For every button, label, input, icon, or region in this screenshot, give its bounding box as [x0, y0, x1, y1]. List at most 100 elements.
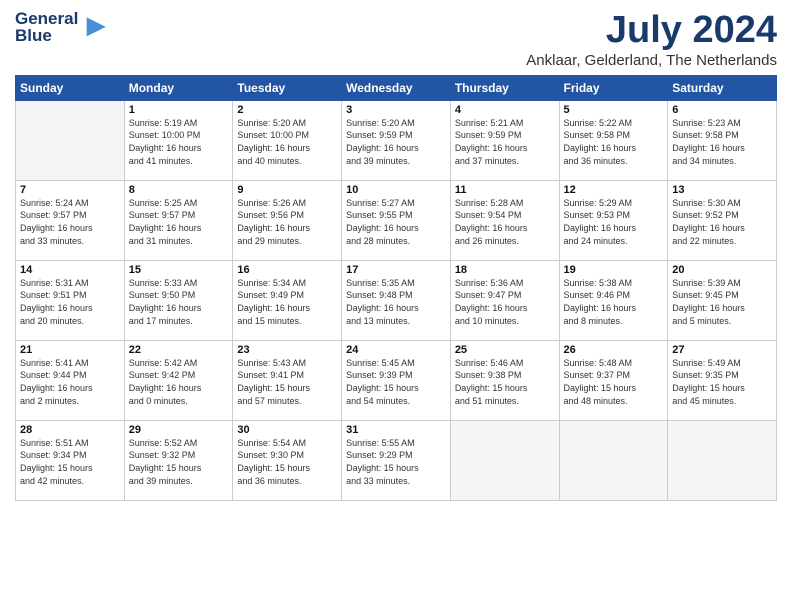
calendar-cell: 14Sunrise: 5:31 AM Sunset: 9:51 PM Dayli… — [16, 260, 125, 340]
calendar-cell — [559, 420, 668, 500]
cell-content: Sunrise: 5:27 AM Sunset: 9:55 PM Dayligh… — [346, 197, 446, 247]
day-number: 24 — [346, 344, 446, 356]
day-number: 27 — [672, 344, 772, 356]
calendar-cell: 17Sunrise: 5:35 AM Sunset: 9:48 PM Dayli… — [342, 260, 451, 340]
cell-content: Sunrise: 5:25 AM Sunset: 9:57 PM Dayligh… — [129, 197, 229, 247]
day-number: 28 — [20, 424, 120, 436]
header-cell-wednesday: Wednesday — [342, 75, 451, 100]
title-area: July 2024 Anklaar, Gelderland, The Nethe… — [526, 10, 777, 69]
logo: General Blue ► — [15, 10, 112, 44]
header-cell-thursday: Thursday — [450, 75, 559, 100]
calendar-cell: 25Sunrise: 5:46 AM Sunset: 9:38 PM Dayli… — [450, 340, 559, 420]
calendar-cell: 7Sunrise: 5:24 AM Sunset: 9:57 PM Daylig… — [16, 180, 125, 260]
calendar-cell: 10Sunrise: 5:27 AM Sunset: 9:55 PM Dayli… — [342, 180, 451, 260]
cell-content: Sunrise: 5:52 AM Sunset: 9:32 PM Dayligh… — [129, 437, 229, 487]
day-number: 30 — [237, 424, 337, 436]
calendar-cell: 12Sunrise: 5:29 AM Sunset: 9:53 PM Dayli… — [559, 180, 668, 260]
calendar-cell: 29Sunrise: 5:52 AM Sunset: 9:32 PM Dayli… — [124, 420, 233, 500]
day-number: 26 — [564, 344, 664, 356]
cell-content: Sunrise: 5:20 AM Sunset: 10:00 PM Daylig… — [237, 117, 337, 167]
day-number: 31 — [346, 424, 446, 436]
calendar-cell: 31Sunrise: 5:55 AM Sunset: 9:29 PM Dayli… — [342, 420, 451, 500]
day-number: 12 — [564, 184, 664, 196]
day-number: 25 — [455, 344, 555, 356]
day-number: 23 — [237, 344, 337, 356]
header-cell-sunday: Sunday — [16, 75, 125, 100]
day-number: 1 — [129, 104, 229, 116]
cell-content: Sunrise: 5:51 AM Sunset: 9:34 PM Dayligh… — [20, 437, 120, 487]
calendar-cell: 3Sunrise: 5:20 AM Sunset: 9:59 PM Daylig… — [342, 100, 451, 180]
calendar-cell: 6Sunrise: 5:23 AM Sunset: 9:58 PM Daylig… — [668, 100, 777, 180]
week-row-1: 7Sunrise: 5:24 AM Sunset: 9:57 PM Daylig… — [16, 180, 777, 260]
header-cell-friday: Friday — [559, 75, 668, 100]
logo-general: General — [15, 10, 78, 27]
week-row-0: 1Sunrise: 5:19 AM Sunset: 10:00 PM Dayli… — [16, 100, 777, 180]
day-number: 5 — [564, 104, 664, 116]
day-number: 20 — [672, 264, 772, 276]
cell-content: Sunrise: 5:45 AM Sunset: 9:39 PM Dayligh… — [346, 357, 446, 407]
calendar-cell: 26Sunrise: 5:48 AM Sunset: 9:37 PM Dayli… — [559, 340, 668, 420]
cell-content: Sunrise: 5:22 AM Sunset: 9:58 PM Dayligh… — [564, 117, 664, 167]
calendar-cell: 18Sunrise: 5:36 AM Sunset: 9:47 PM Dayli… — [450, 260, 559, 340]
calendar-table: SundayMondayTuesdayWednesdayThursdayFrid… — [15, 75, 777, 501]
cell-content: Sunrise: 5:20 AM Sunset: 9:59 PM Dayligh… — [346, 117, 446, 167]
day-number: 2 — [237, 104, 337, 116]
calendar-cell: 15Sunrise: 5:33 AM Sunset: 9:50 PM Dayli… — [124, 260, 233, 340]
header: General Blue ► July 2024 Anklaar, Gelder… — [15, 10, 777, 69]
day-number: 8 — [129, 184, 229, 196]
cell-content: Sunrise: 5:38 AM Sunset: 9:46 PM Dayligh… — [564, 277, 664, 327]
calendar-page: General Blue ► July 2024 Anklaar, Gelder… — [0, 0, 792, 612]
cell-content: Sunrise: 5:43 AM Sunset: 9:41 PM Dayligh… — [237, 357, 337, 407]
subtitle: Anklaar, Gelderland, The Netherlands — [526, 52, 777, 69]
calendar-cell: 4Sunrise: 5:21 AM Sunset: 9:59 PM Daylig… — [450, 100, 559, 180]
day-number: 7 — [20, 184, 120, 196]
month-title: July 2024 — [526, 10, 777, 52]
cell-content: Sunrise: 5:26 AM Sunset: 9:56 PM Dayligh… — [237, 197, 337, 247]
day-number: 18 — [455, 264, 555, 276]
cell-content: Sunrise: 5:36 AM Sunset: 9:47 PM Dayligh… — [455, 277, 555, 327]
cell-content: Sunrise: 5:19 AM Sunset: 10:00 PM Daylig… — [129, 117, 229, 167]
day-number: 29 — [129, 424, 229, 436]
calendar-cell: 23Sunrise: 5:43 AM Sunset: 9:41 PM Dayli… — [233, 340, 342, 420]
calendar-cell: 28Sunrise: 5:51 AM Sunset: 9:34 PM Dayli… — [16, 420, 125, 500]
cell-content: Sunrise: 5:30 AM Sunset: 9:52 PM Dayligh… — [672, 197, 772, 247]
calendar-cell — [450, 420, 559, 500]
calendar-cell: 8Sunrise: 5:25 AM Sunset: 9:57 PM Daylig… — [124, 180, 233, 260]
logo-blue: Blue — [15, 27, 78, 44]
cell-content: Sunrise: 5:29 AM Sunset: 9:53 PM Dayligh… — [564, 197, 664, 247]
calendar-cell: 20Sunrise: 5:39 AM Sunset: 9:45 PM Dayli… — [668, 260, 777, 340]
week-row-3: 21Sunrise: 5:41 AM Sunset: 9:44 PM Dayli… — [16, 340, 777, 420]
calendar-cell: 27Sunrise: 5:49 AM Sunset: 9:35 PM Dayli… — [668, 340, 777, 420]
calendar-cell: 13Sunrise: 5:30 AM Sunset: 9:52 PM Dayli… — [668, 180, 777, 260]
day-number: 10 — [346, 184, 446, 196]
calendar-cell: 16Sunrise: 5:34 AM Sunset: 9:49 PM Dayli… — [233, 260, 342, 340]
calendar-cell — [668, 420, 777, 500]
day-number: 11 — [455, 184, 555, 196]
day-number: 4 — [455, 104, 555, 116]
calendar-cell: 9Sunrise: 5:26 AM Sunset: 9:56 PM Daylig… — [233, 180, 342, 260]
header-cell-tuesday: Tuesday — [233, 75, 342, 100]
day-number: 13 — [672, 184, 772, 196]
day-number: 22 — [129, 344, 229, 356]
cell-content: Sunrise: 5:39 AM Sunset: 9:45 PM Dayligh… — [672, 277, 772, 327]
calendar-cell: 5Sunrise: 5:22 AM Sunset: 9:58 PM Daylig… — [559, 100, 668, 180]
day-number: 3 — [346, 104, 446, 116]
cell-content: Sunrise: 5:46 AM Sunset: 9:38 PM Dayligh… — [455, 357, 555, 407]
header-cell-saturday: Saturday — [668, 75, 777, 100]
cell-content: Sunrise: 5:54 AM Sunset: 9:30 PM Dayligh… — [237, 437, 337, 487]
day-number: 15 — [129, 264, 229, 276]
calendar-cell: 19Sunrise: 5:38 AM Sunset: 9:46 PM Dayli… — [559, 260, 668, 340]
calendar-cell: 2Sunrise: 5:20 AM Sunset: 10:00 PM Dayli… — [233, 100, 342, 180]
cell-content: Sunrise: 5:33 AM Sunset: 9:50 PM Dayligh… — [129, 277, 229, 327]
cell-content: Sunrise: 5:21 AM Sunset: 9:59 PM Dayligh… — [455, 117, 555, 167]
cell-content: Sunrise: 5:28 AM Sunset: 9:54 PM Dayligh… — [455, 197, 555, 247]
header-row: SundayMondayTuesdayWednesdayThursdayFrid… — [16, 75, 777, 100]
day-number: 17 — [346, 264, 446, 276]
header-cell-monday: Monday — [124, 75, 233, 100]
cell-content: Sunrise: 5:35 AM Sunset: 9:48 PM Dayligh… — [346, 277, 446, 327]
day-number: 19 — [564, 264, 664, 276]
calendar-cell: 21Sunrise: 5:41 AM Sunset: 9:44 PM Dayli… — [16, 340, 125, 420]
day-number: 21 — [20, 344, 120, 356]
calendar-cell — [16, 100, 125, 180]
cell-content: Sunrise: 5:31 AM Sunset: 9:51 PM Dayligh… — [20, 277, 120, 327]
